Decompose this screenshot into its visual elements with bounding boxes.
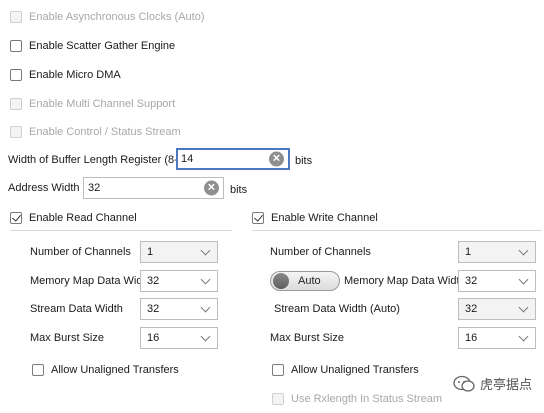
write-num-channels-value: 1 <box>465 246 472 258</box>
micro-dma-checkbox[interactable] <box>10 69 22 81</box>
write-mm-width-label: Memory Map Data Width <box>344 275 466 287</box>
read-group-divider <box>10 230 232 231</box>
async-clocks-checkbox <box>10 11 22 23</box>
clear-icon[interactable]: ✕ <box>269 151 284 167</box>
read-burst-label: Max Burst Size <box>30 332 104 344</box>
read-unaligned-label: Allow Unaligned Transfers <box>51 364 179 376</box>
read-unaligned-option[interactable]: Allow Unaligned Transfers <box>32 362 179 378</box>
watermark-text: 虎亭据点 <box>479 377 532 392</box>
multi-channel-option: Enable Multi Channel Support <box>10 96 175 112</box>
write-unaligned-checkbox[interactable] <box>272 364 284 376</box>
write-burst-value: 16 <box>465 332 478 344</box>
write-channel-checkbox[interactable] <box>252 212 264 224</box>
buffer-length-input[interactable]: 14 ✕ <box>176 148 290 170</box>
write-burst-select[interactable]: 16 <box>458 327 536 349</box>
toggle-knob <box>273 273 289 289</box>
write-unaligned-option[interactable]: Allow Unaligned Transfers <box>272 362 419 378</box>
read-stream-width-value: 32 <box>147 303 160 315</box>
chevron-down-icon <box>200 331 211 342</box>
read-mm-width-label: Memory Map Data Width <box>30 275 152 287</box>
write-mm-width-select[interactable]: 32 <box>458 270 536 292</box>
chevron-down-icon <box>200 245 211 256</box>
write-burst-label: Max Burst Size <box>270 332 344 344</box>
chevron-down-icon <box>518 245 529 256</box>
read-stream-width-select[interactable]: 32 <box>140 298 218 320</box>
read-stream-width-label: Stream Data Width <box>30 303 123 315</box>
address-width-unit: bits <box>230 184 248 196</box>
write-stream-width-select: 32 <box>458 298 536 320</box>
wechat-icon <box>453 375 475 393</box>
watermark: 虎亭据点 <box>453 374 532 393</box>
write-num-channels-label: Number of Channels <box>270 246 371 258</box>
micro-dma-label: Enable Micro DMA <box>29 69 121 81</box>
read-channel-checkbox[interactable] <box>10 212 22 224</box>
chevron-down-icon <box>518 302 529 313</box>
read-channel-option[interactable]: Enable Read Channel <box>10 210 137 226</box>
address-width-input[interactable]: 32 ✕ <box>83 177 224 199</box>
write-stream-width-value: 32 <box>465 303 478 315</box>
clear-icon[interactable]: ✕ <box>204 180 219 196</box>
mm-width-auto-toggle[interactable]: Auto <box>270 271 340 291</box>
scatter-gather-label: Enable Scatter Gather Engine <box>29 40 176 52</box>
chevron-down-icon <box>200 302 211 313</box>
write-num-channels-select: 1 <box>458 241 536 263</box>
chevron-down-icon <box>518 274 529 285</box>
chevron-down-icon <box>518 331 529 342</box>
write-channel-option[interactable]: Enable Write Channel <box>252 210 378 226</box>
read-channel-title: Enable Read Channel <box>29 212 137 224</box>
read-unaligned-checkbox[interactable] <box>32 364 44 376</box>
buffer-length-value: 14 <box>181 153 194 165</box>
read-burst-value: 16 <box>147 332 160 344</box>
micro-dma-option[interactable]: Enable Micro DMA <box>10 67 121 83</box>
control-status-option: Enable Control / Status Stream <box>10 124 181 140</box>
buffer-length-label: Width of Buffer Length Register (8-23) <box>8 154 194 166</box>
multi-channel-label: Enable Multi Channel Support <box>29 98 176 110</box>
read-mm-width-value: 32 <box>147 275 160 287</box>
write-unaligned-label: Allow Unaligned Transfers <box>291 364 419 376</box>
address-width-value: 32 <box>88 182 101 194</box>
control-status-label: Enable Control / Status Stream <box>29 126 181 138</box>
rxlength-label: Use Rxlength In Status Stream <box>291 393 443 405</box>
scatter-gather-checkbox[interactable] <box>10 40 22 52</box>
buffer-length-unit: bits <box>295 155 313 167</box>
read-mm-width-select[interactable]: 32 <box>140 270 218 292</box>
read-num-channels-label: Number of Channels <box>30 246 131 258</box>
async-clocks-option: Enable Asynchronous Clocks (Auto) <box>10 9 204 25</box>
write-channel-title: Enable Write Channel <box>271 212 378 224</box>
multi-channel-checkbox <box>10 98 22 110</box>
read-burst-select[interactable]: 16 <box>140 327 218 349</box>
auto-toggle-label: Auto <box>298 275 321 287</box>
read-num-channels-value: 1 <box>147 246 154 258</box>
write-stream-width-label: Stream Data Width (Auto) <box>274 303 400 315</box>
async-clocks-label: Enable Asynchronous Clocks (Auto) <box>29 11 205 23</box>
rxlength-option: Use Rxlength In Status Stream <box>272 391 442 407</box>
write-mm-width-value: 32 <box>465 275 478 287</box>
read-num-channels-select: 1 <box>140 241 218 263</box>
rxlength-checkbox <box>272 393 284 405</box>
scatter-gather-option[interactable]: Enable Scatter Gather Engine <box>10 38 175 54</box>
control-status-checkbox <box>10 126 22 138</box>
write-group-divider <box>252 230 542 231</box>
chevron-down-icon <box>200 274 211 285</box>
